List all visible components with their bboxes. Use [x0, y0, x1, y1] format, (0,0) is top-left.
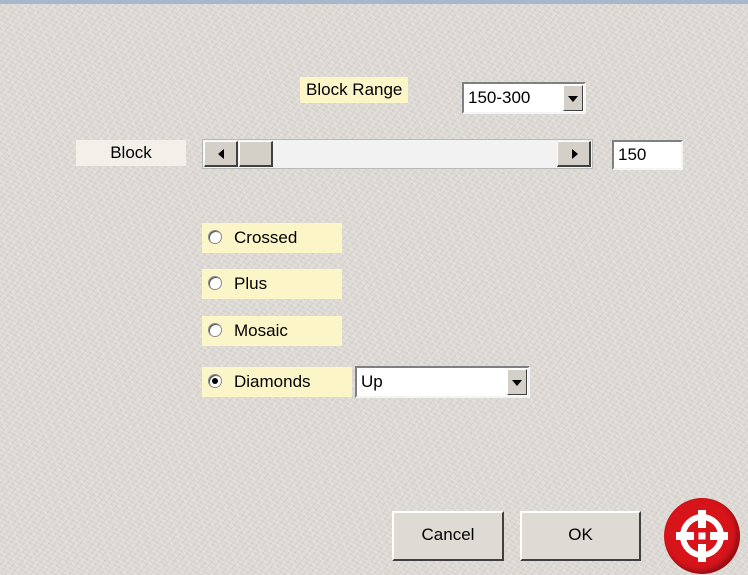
block-label: Block: [76, 140, 186, 166]
block-range-label: Block Range: [300, 77, 409, 103]
direction-select[interactable]: Up: [355, 366, 530, 398]
slider-thumb[interactable]: [239, 141, 273, 167]
chevron-down-icon: [568, 96, 578, 102]
arrow-left-icon: [217, 148, 224, 159]
block-slider[interactable]: [202, 139, 593, 169]
direction-value: Up: [361, 372, 383, 391]
radio-mosaic[interactable]: Mosaic: [202, 316, 342, 346]
chevron-down-icon: [512, 380, 522, 386]
arrow-right-icon: [571, 148, 578, 159]
radio-button[interactable]: [208, 276, 222, 290]
radio-plus[interactable]: Plus: [202, 269, 342, 299]
cancel-button[interactable]: Cancel: [392, 511, 504, 561]
radio-crossed[interactable]: Crossed: [202, 223, 342, 253]
scroll-left-button[interactable]: [204, 141, 238, 167]
radio-label: Diamonds: [234, 372, 311, 391]
crosshair-logo-icon: [664, 498, 740, 574]
block-range-value: 150-300: [468, 88, 531, 107]
radio-diamonds[interactable]: Diamonds: [202, 367, 352, 397]
radio-button[interactable]: [208, 374, 222, 388]
radio-button[interactable]: [208, 230, 222, 244]
block-value: 150: [618, 145, 647, 164]
direction-dropdown-button[interactable]: [507, 369, 527, 395]
radio-button[interactable]: [208, 323, 222, 337]
window-top-border: [0, 0, 748, 4]
block-value-field[interactable]: 150: [612, 140, 683, 170]
radio-label: Crossed: [234, 228, 298, 247]
radio-label: Mosaic: [234, 321, 288, 340]
ok-button[interactable]: OK: [520, 511, 641, 561]
scroll-right-button[interactable]: [557, 141, 591, 167]
block-range-dropdown-button[interactable]: [563, 85, 583, 111]
radio-label: Plus: [234, 274, 268, 293]
block-range-select[interactable]: 150-300: [462, 82, 586, 114]
